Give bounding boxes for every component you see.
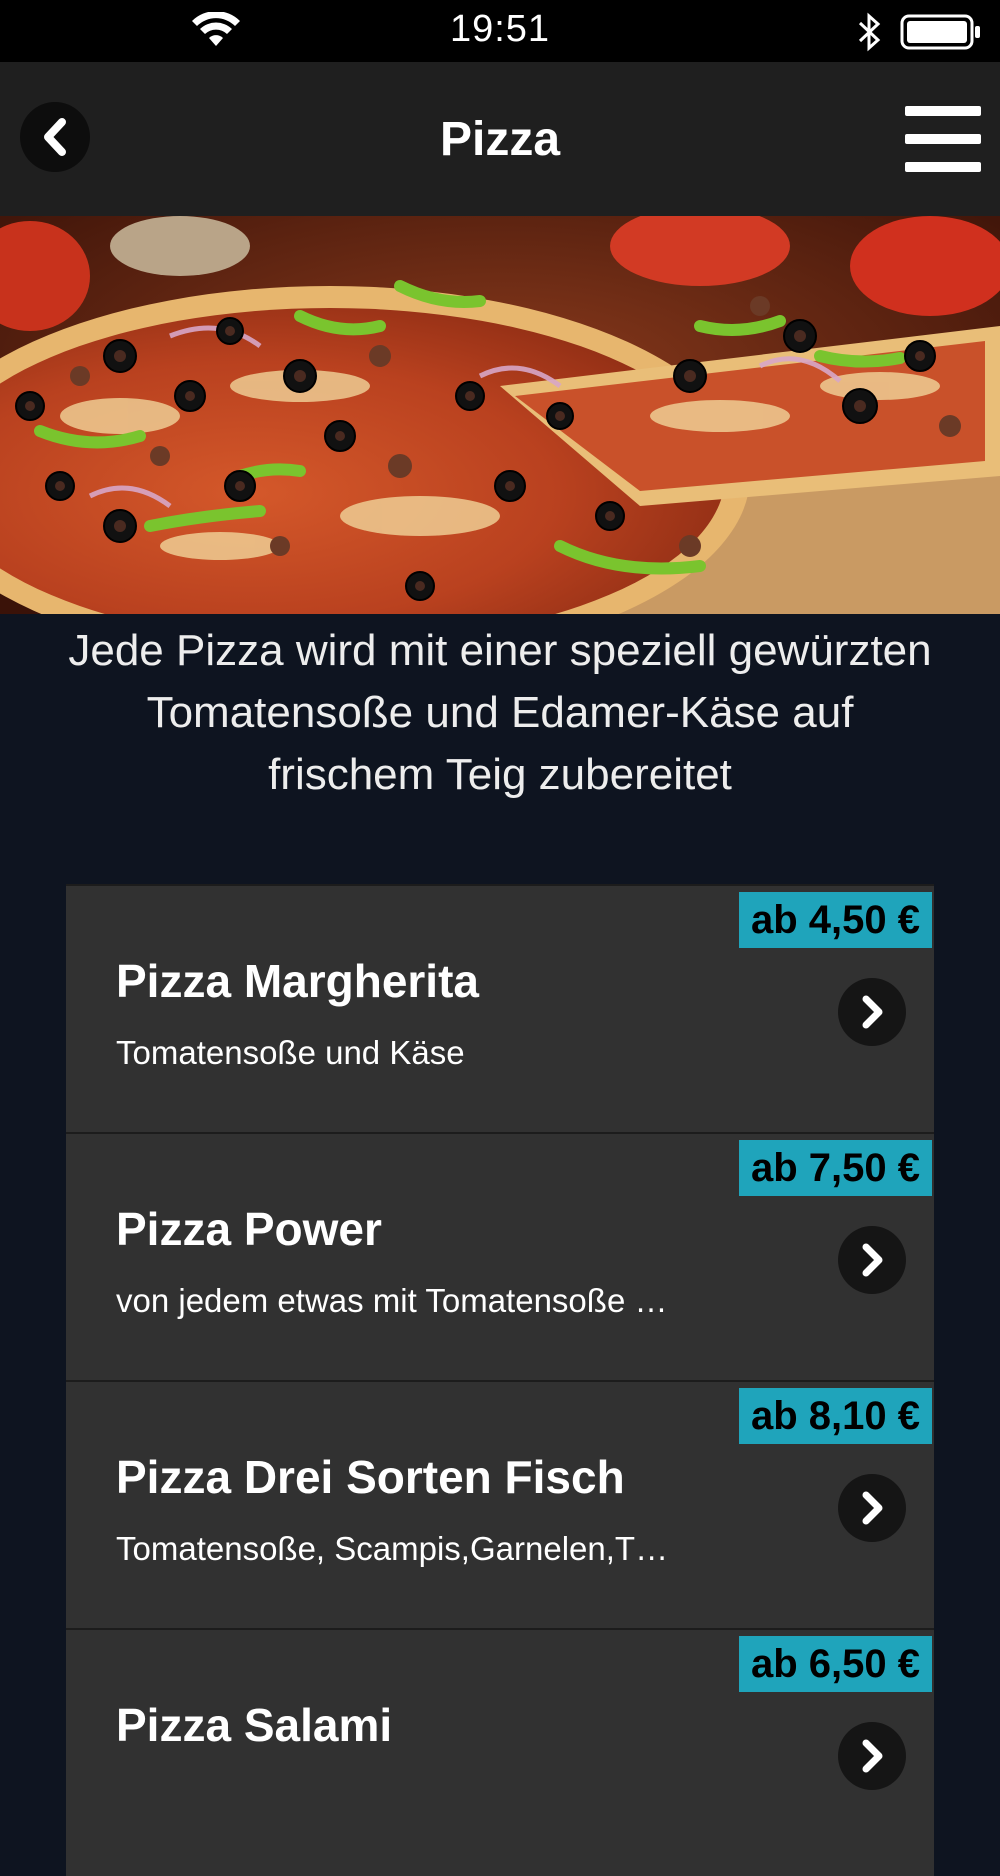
intro-line: Jede Pizza wird mit einer speziell gewür… <box>68 626 932 675</box>
status-time: 19:51 <box>449 8 551 50</box>
menu-button[interactable] <box>905 106 981 172</box>
menu-item-pizza-power[interactable]: ab 7,50 € Pizza Power von jedem etwas mi… <box>66 1132 934 1380</box>
item-name: Pizza Salami <box>116 1699 393 1751</box>
chevron-right-icon <box>862 1739 883 1773</box>
chevron-right-icon <box>862 1243 883 1277</box>
price-badge: ab 4,50 € <box>738 892 932 948</box>
hamburger-menu-icon <box>905 106 981 116</box>
open-item-button[interactable] <box>838 1226 906 1294</box>
intro-line: frischem Teig zubereitet <box>268 750 732 799</box>
nav-bar: Pizza <box>0 62 1000 216</box>
menu-item-pizza-salami[interactable]: ab 6,50 € Pizza Salami <box>66 1628 934 1876</box>
chevron-right-icon <box>862 1491 883 1525</box>
open-item-button[interactable] <box>838 1474 906 1542</box>
menu-list: ab 4,50 € Pizza Margherita Tomatensoße u… <box>66 884 934 1876</box>
item-name: Pizza Drei Sorten Fisch <box>116 1451 625 1503</box>
menu-item-pizza-margherita[interactable]: ab 4,50 € Pizza Margherita Tomatensoße u… <box>66 884 934 1132</box>
intro-line: Tomatensoße und Edamer-Käse auf <box>146 688 854 737</box>
price-badge: ab 8,10 € <box>738 1388 932 1444</box>
price-badge: ab 7,50 € <box>738 1140 932 1196</box>
battery-icon <box>900 14 980 50</box>
bluetooth-icon <box>858 12 881 52</box>
open-item-button[interactable] <box>838 1722 906 1790</box>
status-bar: 19:51 <box>0 0 1000 62</box>
menu-item-pizza-drei-sorten-fisch[interactable]: ab 8,10 € Pizza Drei Sorten Fisch Tomate… <box>66 1380 934 1628</box>
item-name: Pizza Margherita <box>116 955 479 1007</box>
item-name: Pizza Power <box>116 1203 382 1255</box>
pizza-image <box>0 216 1000 614</box>
open-item-button[interactable] <box>838 978 906 1046</box>
intro-text: Jede Pizza wird mit einer speziell gewür… <box>0 620 1000 806</box>
hero-image <box>0 216 1000 614</box>
item-description: von jedem etwas mit Tomatensoße und… <box>116 1282 676 1319</box>
item-description: Tomatensoße und Käse <box>116 1034 465 1071</box>
price-badge: ab 6,50 € <box>738 1636 932 1692</box>
chevron-right-icon <box>862 995 883 1029</box>
item-description: Tomatensoße, Scampis,Garnelen,Thun… <box>116 1530 676 1567</box>
page-title: Pizza <box>439 113 561 166</box>
